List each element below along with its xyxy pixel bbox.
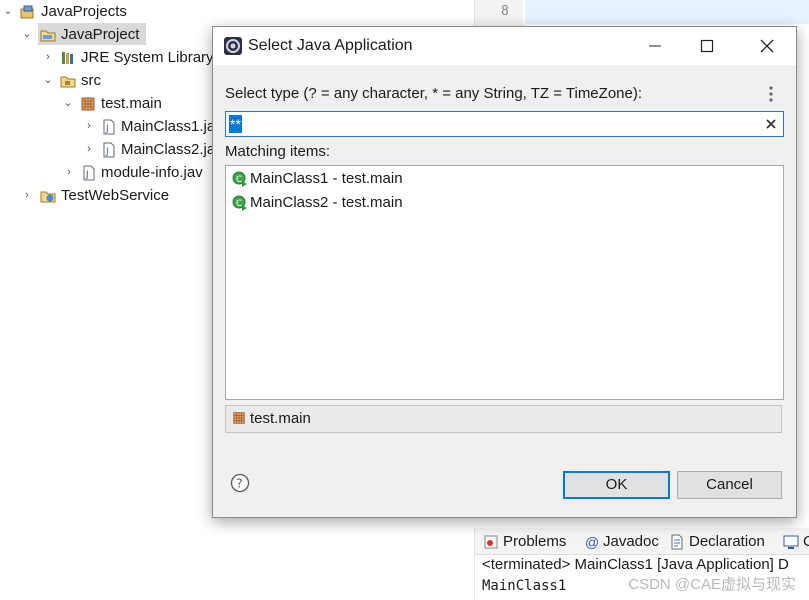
javadoc-icon: @ <box>585 534 600 550</box>
tree-item-label: src <box>81 72 101 89</box>
package-details-bar: test.main <box>225 405 782 433</box>
tree-item-testwebservice[interactable]: › TestWebService <box>0 184 200 207</box>
problems-icon <box>484 535 498 549</box>
current-line-highlight <box>525 0 809 24</box>
source-folder-icon <box>60 76 76 88</box>
minimize-button[interactable] <box>632 27 678 65</box>
close-icon <box>760 39 774 53</box>
tab-javadoc[interactable]: @ Javadoc <box>585 531 665 553</box>
tab-label: Javadoc <box>603 533 659 550</box>
java-project-icon <box>40 30 56 42</box>
console-status: <terminated> MainClass1 [Java Applicatio… <box>482 556 789 573</box>
chevron-right-icon[interactable]: › <box>42 46 54 69</box>
select-java-application-dialog: Select Java Application Select type (? =… <box>212 26 797 518</box>
console-output: MainClass1 <box>482 578 567 594</box>
dialog-title: Select Java Application <box>248 37 413 54</box>
package-icon <box>81 97 95 111</box>
chevron-right-icon[interactable]: › <box>21 184 33 207</box>
clear-icon[interactable] <box>763 116 779 132</box>
class-main-icon: C <box>232 171 247 187</box>
minimize-icon <box>649 45 661 47</box>
line-number-gutter: 8 <box>475 0 523 26</box>
tree-item-test-main[interactable]: ⌄ test.main <box>0 92 200 115</box>
tab-console[interactable]: C <box>783 531 809 553</box>
svg-text:C: C <box>236 199 242 209</box>
tree-item-label: JRE System Library <box>81 49 214 66</box>
close-button[interactable] <box>744 27 790 65</box>
cancel-button[interactable]: Cancel <box>677 471 782 499</box>
package-name: test.main <box>250 410 311 427</box>
java-file-icon: J <box>103 119 115 135</box>
working-set-icon <box>20 5 34 19</box>
item-label: MainClass1 - test.main <box>250 170 403 187</box>
tab-label: Problems <box>503 533 567 550</box>
chevron-down-icon[interactable]: ⌄ <box>21 23 33 46</box>
tree-item-mainclass1[interactable]: › J MainClass1.ja <box>0 115 216 138</box>
dialog-titlebar[interactable]: Select Java Application <box>213 27 796 65</box>
chevron-right-icon[interactable]: › <box>83 115 95 138</box>
view-tabs: Problems @ Javadoc Declaration C <box>475 528 809 555</box>
filter-text[interactable]: ** <box>229 115 242 133</box>
svg-text:J: J <box>105 124 109 134</box>
java-file-icon: J <box>103 142 115 158</box>
tree-item-jre-library[interactable]: › JRE System Library <box>0 46 220 69</box>
matching-items-label: Matching items: <box>225 143 331 160</box>
library-icon <box>62 52 73 64</box>
tree-item-label: JavaProjects <box>41 3 127 20</box>
item-label: MainClass2 - test.main <box>250 194 403 211</box>
tree-item-label: TestWebService <box>61 187 170 204</box>
console-view: Problems @ Javadoc Declaration C <termin… <box>474 528 809 600</box>
tree-item-label: MainClass1.ja <box>121 118 216 135</box>
tab-label: C <box>803 533 809 550</box>
tree-item-label: module-info.jav <box>101 164 203 181</box>
chevron-down-icon[interactable]: ⌄ <box>42 69 54 92</box>
ok-button[interactable]: OK <box>563 471 670 499</box>
select-type-label: Select type (? = any character, * = any … <box>225 85 643 102</box>
svg-text:C: C <box>236 175 242 185</box>
tree-item-label: test.main <box>101 95 162 112</box>
chevron-down-icon[interactable]: ⌄ <box>2 0 14 23</box>
web-project-icon <box>40 191 56 203</box>
tree-item-javaproject[interactable]: ⌄ JavaProject <box>0 23 200 46</box>
eclipse-icon <box>224 37 242 55</box>
class-main-icon: C <box>232 195 247 211</box>
type-filter-input[interactable]: ** <box>225 111 784 137</box>
help-icon[interactable]: ? <box>230 473 250 493</box>
tab-label: Declaration <box>689 533 765 550</box>
line-number: 8 <box>501 4 509 19</box>
svg-text:J: J <box>85 170 89 180</box>
maximize-icon <box>700 39 714 53</box>
tree-item-javaprojects[interactable]: ⌄ JavaProjects <box>0 0 200 23</box>
tree-item-module-info[interactable]: › J module-info.jav <box>0 161 212 184</box>
chevron-right-icon[interactable]: › <box>63 161 75 184</box>
tab-problems[interactable]: Problems <box>483 531 578 553</box>
tree-item-label: JavaProject <box>61 26 140 43</box>
maximize-button[interactable] <box>684 27 730 65</box>
chevron-down-icon[interactable]: ⌄ <box>62 92 74 115</box>
svg-text:J: J <box>105 147 109 157</box>
tree-item-label: MainClass2.ja <box>121 141 216 158</box>
package-icon <box>233 412 245 424</box>
tab-declaration[interactable]: Declaration <box>669 531 775 553</box>
console-icon <box>783 535 799 549</box>
svg-text:?: ? <box>236 477 242 491</box>
matching-items-list[interactable]: C MainClass1 - test.main C MainClass2 - … <box>225 165 784 400</box>
code-editor[interactable]: 8 <box>474 0 809 26</box>
watermark: CSDN @CAE虚拟与现实 <box>628 576 796 593</box>
view-menu-icon[interactable] <box>765 85 777 103</box>
tree-item-mainclass2[interactable]: › J MainClass2.ja <box>0 138 216 161</box>
declaration-icon <box>671 534 683 550</box>
tree-item-src[interactable]: ⌄ src <box>0 69 200 92</box>
java-file-icon: J <box>83 165 95 181</box>
chevron-right-icon[interactable]: › <box>83 138 95 161</box>
